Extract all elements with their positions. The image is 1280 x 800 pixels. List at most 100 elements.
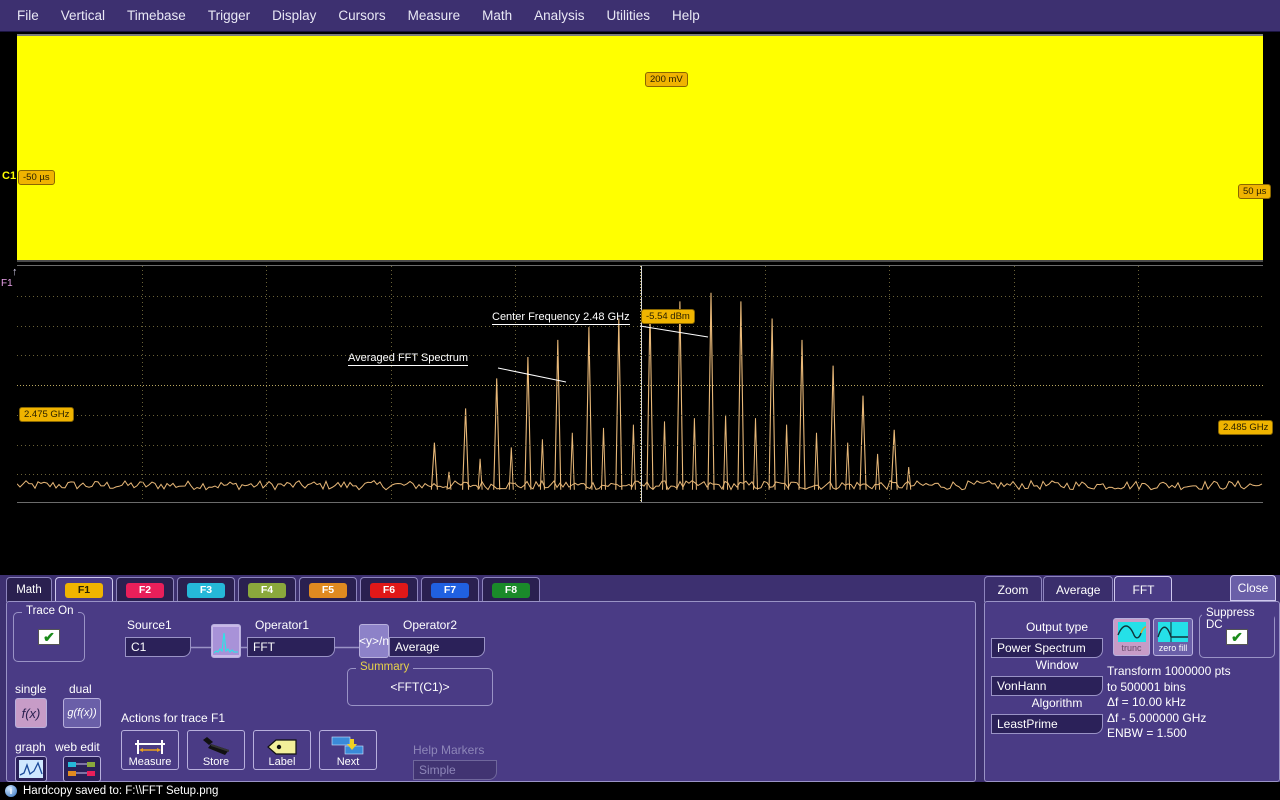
menu-item-display[interactable]: Display	[261, 4, 327, 27]
fft-graticule[interactable]	[17, 265, 1263, 503]
menu-item-timebase[interactable]: Timebase	[116, 4, 197, 27]
trace-on-check-icon: ✔	[43, 629, 55, 646]
suppress-dc-checkbox[interactable]: ✔	[1226, 629, 1248, 645]
tab-f5[interactable]: F5	[299, 577, 357, 602]
operator2-value: Average	[395, 640, 439, 654]
c1-time-tag-left[interactable]: -50 µs	[18, 170, 55, 185]
web-edit-button[interactable]	[63, 756, 101, 782]
close-button[interactable]: Close	[1230, 575, 1276, 601]
fft-preview-button[interactable]	[211, 624, 241, 658]
graph-mode-label: graph	[15, 740, 46, 754]
tab-f3[interactable]: F3	[177, 577, 235, 602]
tab-f7-label: F7	[431, 583, 469, 598]
fft-level-top-tag[interactable]: -5.54 dBm	[641, 309, 695, 324]
tab-f6-label: F6	[370, 583, 408, 598]
help-markers-field[interactable]: Simple	[413, 760, 497, 780]
spectrum-preview-icon	[213, 627, 239, 655]
math-left-panel: Trace On ✔ single dual f(x) g(f(x)) grap…	[6, 601, 976, 782]
menu-item-file[interactable]: File	[6, 4, 50, 27]
label-action-button[interactable]: Label	[253, 730, 311, 770]
fft-sidelobe	[753, 418, 757, 490]
fft-freq-right-tag[interactable]: 2.485 GHz	[1218, 420, 1273, 435]
algorithm-field[interactable]: LeastPrime	[991, 714, 1103, 734]
single-function-icon: f(x)	[22, 706, 41, 721]
tab-f8[interactable]: F8	[482, 577, 540, 602]
fft-freq-left-tag[interactable]: 2.475 GHz	[19, 407, 74, 422]
c1-time-tag-right[interactable]: 50 µs	[1238, 184, 1271, 199]
tab-f4[interactable]: F4	[238, 577, 296, 602]
source1-value: C1	[131, 640, 146, 654]
c1-volt-tag-top[interactable]: 200 mV	[645, 72, 688, 87]
trunc-button[interactable]: trunc	[1113, 618, 1150, 656]
graph-view-button[interactable]	[15, 756, 47, 782]
operator2-field[interactable]: Average	[389, 637, 485, 657]
source1-field[interactable]: C1	[125, 637, 191, 657]
menu-item-help[interactable]: Help	[661, 4, 711, 27]
dual-function-button[interactable]: g(f(x))	[63, 698, 101, 728]
fft-sidelobe	[846, 443, 850, 490]
fft-gridline-vertical	[266, 266, 267, 502]
tab-math[interactable]: Math	[6, 577, 52, 602]
next-action-button[interactable]: Next	[319, 730, 377, 770]
suppress-dc-check-icon: ✔	[1231, 629, 1243, 646]
tab-f8-label: F8	[492, 583, 530, 598]
trace-on-group: Trace On ✔	[13, 612, 85, 662]
fft-gridline-vertical	[889, 266, 890, 502]
average-operator-button[interactable]: <y>/n	[359, 624, 389, 658]
menu-item-math[interactable]: Math	[471, 4, 523, 27]
fft-center-cursor[interactable]	[641, 266, 642, 502]
menu-item-cursors[interactable]: Cursors	[327, 4, 396, 27]
store-action-button[interactable]: Store	[187, 730, 245, 770]
output-type-field[interactable]: Power Spectrum	[991, 638, 1103, 658]
menu-item-utilities[interactable]: Utilities	[595, 4, 661, 27]
fft-peak	[525, 357, 531, 490]
tab-zoom-label: Zoom	[998, 583, 1029, 597]
fft-gridline-vertical	[142, 266, 143, 502]
next-action-label: Next	[337, 756, 360, 768]
tab-average[interactable]: Average	[1043, 576, 1113, 602]
tab-f6[interactable]: F6	[360, 577, 418, 602]
help-markers-value: Simple	[419, 763, 456, 777]
oscilloscope-app: File Vertical Timebase Trigger Display C…	[0, 0, 1280, 800]
menu-bar: File Vertical Timebase Trigger Display C…	[0, 0, 1280, 32]
average-operator-icon: <y>/n	[359, 634, 389, 648]
annotation-averaged-spectrum: Averaged FFT Spectrum	[348, 352, 468, 366]
fft-peak	[616, 319, 622, 490]
tab-f7[interactable]: F7	[421, 577, 479, 602]
fft-info-line-4: Δf - 5.000000 GHz	[1107, 711, 1231, 727]
fft-peak	[463, 408, 469, 489]
tab-f2[interactable]: F2	[116, 577, 174, 602]
menu-item-trigger[interactable]: Trigger	[197, 4, 261, 27]
menu-item-analysis[interactable]: Analysis	[523, 4, 595, 27]
fft-peak	[891, 430, 897, 490]
menu-item-measure[interactable]: Measure	[397, 4, 472, 27]
tab-f5-label: F5	[309, 583, 347, 598]
fft-sidelobe	[785, 425, 789, 490]
trace-on-title: Trace On	[22, 605, 78, 617]
single-function-button[interactable]: f(x)	[15, 698, 47, 728]
tab-f1[interactable]: F1	[55, 577, 113, 602]
channel1-graticule[interactable]	[17, 34, 1263, 262]
summary-group: Summary <FFT(C1)>	[347, 668, 493, 706]
tab-fft[interactable]: FFT	[1114, 576, 1172, 602]
suppress-dc-group: Suppress DC ✔	[1199, 614, 1275, 658]
window-label: Window	[1001, 658, 1113, 672]
operator1-field[interactable]: FFT	[247, 637, 335, 657]
measure-action-button[interactable]: Measure	[121, 730, 179, 770]
fft-gridline-vertical	[391, 266, 392, 502]
tab-zoom[interactable]: Zoom	[984, 576, 1042, 602]
zero-fill-button[interactable]: zero fill	[1153, 618, 1193, 656]
fft-info-line-5: ENBW = 1.500	[1107, 726, 1231, 742]
fft-sidelobe	[907, 467, 911, 490]
fft-peak	[431, 443, 437, 490]
trace-on-checkbox[interactable]: ✔	[38, 629, 60, 645]
operator1-label: Operator1	[255, 618, 309, 632]
algorithm-value: LeastPrime	[997, 717, 1058, 731]
fft-peak	[677, 301, 683, 489]
window-field[interactable]: VonHann	[991, 676, 1103, 696]
output-type-value: Power Spectrum	[997, 641, 1086, 655]
fft-gridline-vertical	[515, 266, 516, 502]
menu-item-vertical[interactable]: Vertical	[50, 4, 116, 27]
chain-link-1	[191, 646, 213, 649]
measure-action-label: Measure	[129, 756, 172, 768]
